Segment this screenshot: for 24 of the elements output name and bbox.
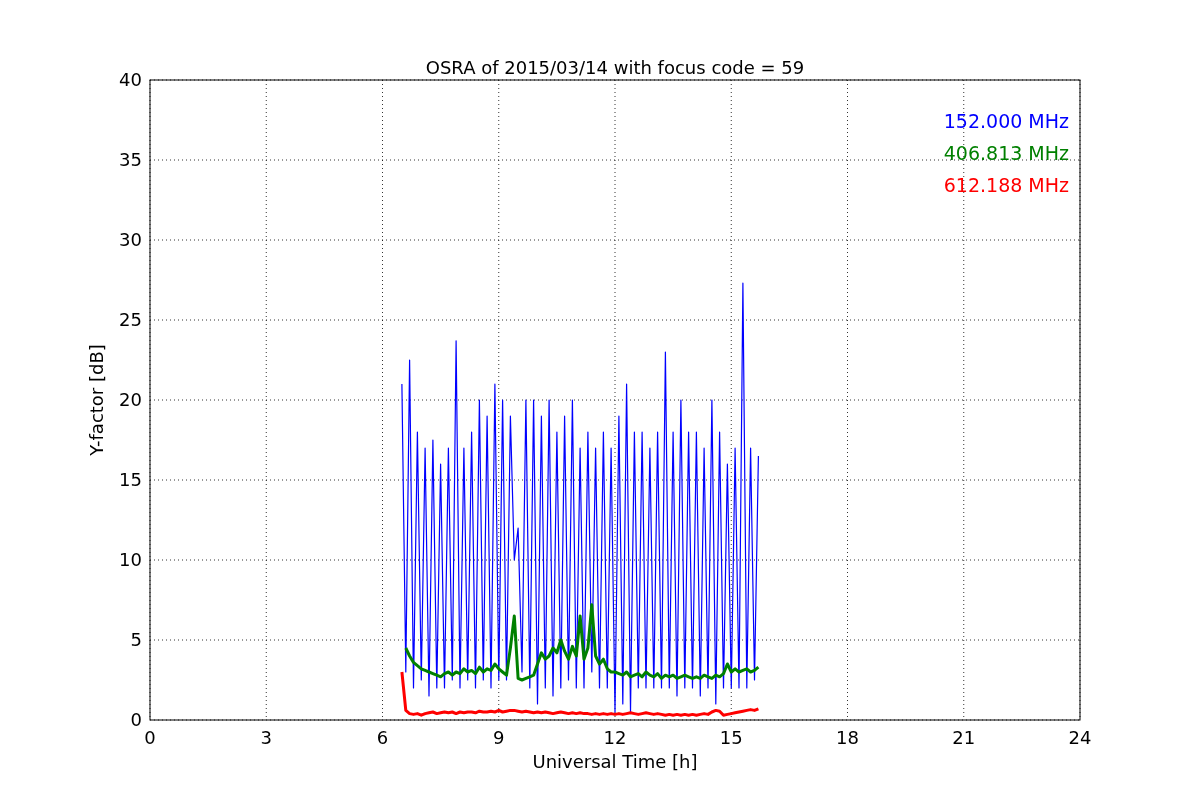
- legend-label: 612.188 MHz: [943, 174, 1069, 196]
- x-tick-label: 12: [603, 727, 627, 748]
- y-axis-label: Y-factor [dB]: [86, 344, 107, 456]
- x-tick-label: 21: [952, 727, 976, 748]
- y-tick-label: 10: [119, 549, 142, 570]
- y-tick-label: 25: [119, 309, 142, 330]
- x-tick-label: 3: [260, 727, 272, 748]
- y-tick-label: 40: [119, 69, 142, 90]
- x-tick-label: 18: [836, 727, 859, 748]
- x-tick-label: 0: [144, 727, 156, 748]
- y-tick-label: 5: [130, 629, 142, 650]
- x-tick-label: 6: [376, 727, 389, 748]
- x-axis-label: Universal Time [h]: [532, 751, 698, 772]
- y-tick-label: 30: [119, 229, 142, 250]
- x-tick-label: 24: [1068, 727, 1092, 748]
- y-tick-label: 15: [119, 469, 142, 490]
- y-tick-label: 35: [119, 149, 142, 170]
- y-tick-label: 0: [130, 709, 142, 730]
- x-tick-label: 15: [719, 727, 743, 748]
- legend-label: 152.000 MHz: [943, 110, 1069, 132]
- y-tick-label: 20: [119, 389, 142, 410]
- chart-title: OSRA of 2015/03/14 with focus code = 59: [425, 57, 805, 78]
- x-tick-label: 9: [493, 727, 505, 748]
- legend-label: 406.813 MHz: [943, 142, 1069, 164]
